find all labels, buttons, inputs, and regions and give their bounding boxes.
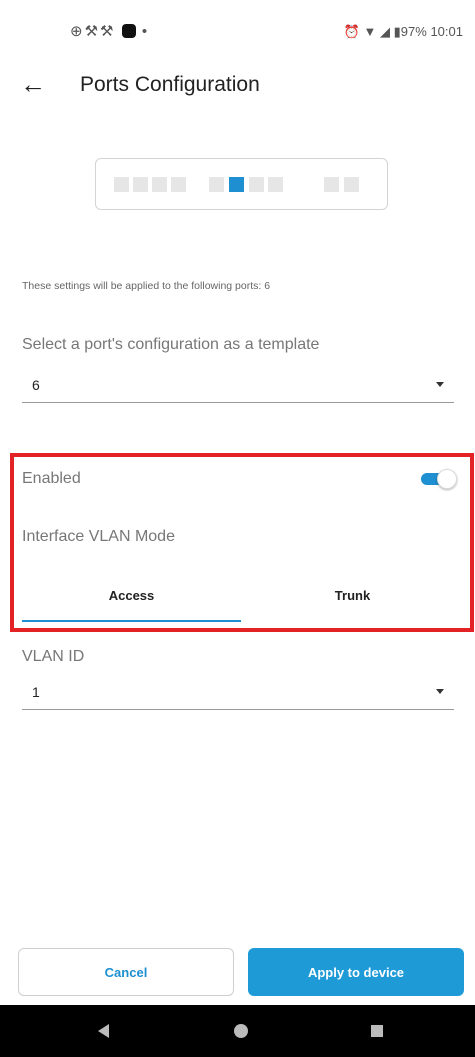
port-7[interactable] (249, 177, 264, 192)
enabled-label: Enabled (22, 470, 81, 487)
more-notifications-dot: • (141, 23, 150, 40)
port-6-selected[interactable] (229, 177, 244, 192)
action-bar: Cancel Apply to device (0, 948, 475, 1004)
template-select-value: 6 (32, 377, 40, 393)
vlan-id-select-value: 1 (32, 684, 40, 700)
app-notification-icon (121, 24, 136, 38)
dropdown-caret-icon (436, 382, 444, 387)
dropdown-caret-icon (436, 689, 444, 694)
port-10[interactable] (344, 177, 359, 192)
vlan-mode-label: Interface VLAN Mode (22, 528, 175, 545)
nav-home-icon[interactable] (229, 1019, 253, 1043)
tab-trunk[interactable]: Trunk (243, 588, 462, 624)
port-3[interactable] (152, 177, 167, 192)
port-1[interactable] (114, 177, 129, 192)
port-5[interactable] (209, 177, 224, 192)
status-system-icons: ⏰ ▼ ◢ ▮97% 10:01 (344, 24, 463, 40)
system-nav-bar (0, 1005, 475, 1057)
battery-percent: 97% (400, 24, 427, 39)
cancel-button[interactable]: Cancel (18, 948, 234, 996)
status-notification-icons: ⊕⚒⚒ • (70, 22, 149, 40)
nav-recents-icon[interactable] (365, 1019, 389, 1043)
enabled-toggle[interactable] (421, 469, 459, 489)
template-select[interactable]: 6 (22, 373, 454, 403)
battery-icon: ▮ (393, 24, 401, 39)
nav-back-icon[interactable] (92, 1019, 116, 1043)
port-8[interactable] (268, 177, 283, 192)
port-9[interactable] (324, 177, 339, 192)
port-4[interactable] (171, 177, 186, 192)
wifi-icon: ▼ (363, 24, 377, 39)
applied-ports-info: These settings will be applied to the fo… (22, 280, 271, 292)
app-bar: ← Ports Configuration (0, 62, 475, 110)
page-title: Ports Configuration (80, 73, 260, 96)
alarm-icon: ⏰ (343, 24, 360, 39)
toggle-thumb (437, 469, 457, 489)
signal-icon: ◢ (380, 24, 391, 39)
tab-selected-indicator (22, 620, 241, 622)
back-arrow-icon[interactable]: ← (20, 70, 46, 98)
port-2[interactable] (133, 177, 148, 192)
status-bar: ⊕⚒⚒ • ⏰ ▼ ◢ ▮97% 10:01 (0, 0, 475, 62)
notification-icons: ⊕⚒⚒ (70, 23, 116, 40)
clock: 10:01 (430, 24, 463, 39)
vlan-id-select[interactable]: 1 (22, 680, 454, 710)
vlan-id-label: VLAN ID (22, 648, 85, 665)
apply-to-device-button[interactable]: Apply to device (248, 948, 464, 996)
template-label: Select a port's configuration as a templ… (22, 336, 320, 353)
port-map (95, 158, 388, 210)
tab-access[interactable]: Access (22, 588, 241, 624)
